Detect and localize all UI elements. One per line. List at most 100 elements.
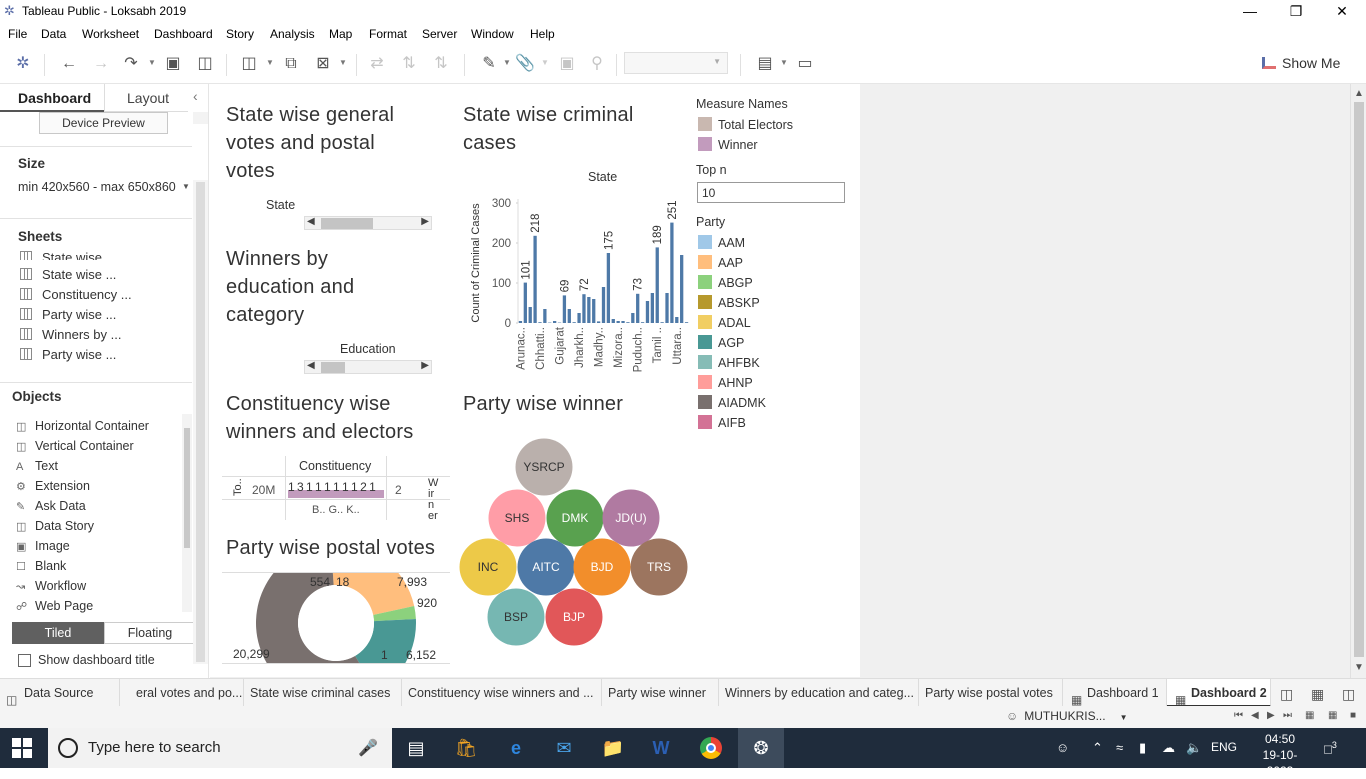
state-scrollbar[interactable]: ◀ ▶ bbox=[304, 216, 432, 230]
bar[interactable] bbox=[612, 319, 615, 323]
new-story-icon[interactable]: ◫ bbox=[1342, 686, 1355, 703]
volume-icon[interactable]: 🔈 bbox=[1186, 740, 1202, 756]
show-title-checkbox[interactable] bbox=[18, 654, 31, 667]
scroll-thumb[interactable] bbox=[321, 362, 345, 373]
bar[interactable] bbox=[602, 287, 605, 323]
object-blank[interactable]: ☐Blank bbox=[16, 559, 66, 573]
scroll-right-icon[interactable]: ▶ bbox=[421, 216, 429, 227]
legend-item-winner[interactable]: Winner bbox=[698, 137, 758, 152]
chevron-down-icon[interactable]: ▼ bbox=[339, 58, 347, 67]
clock[interactable]: 04:50 19-10-2023 bbox=[1256, 731, 1304, 779]
object-image[interactable]: ▣Image bbox=[16, 539, 70, 553]
bar[interactable] bbox=[538, 322, 541, 323]
new-worksheet-icon[interactable]: ◫ bbox=[1280, 686, 1293, 703]
pin-axes-icon[interactable]: ⚲ bbox=[586, 54, 608, 74]
bar[interactable] bbox=[685, 322, 688, 323]
tab-sheet[interactable]: Winners by education and categ... bbox=[719, 679, 919, 707]
word-icon[interactable]: W bbox=[645, 734, 677, 762]
object-ask-data[interactable]: ✎Ask Data bbox=[16, 499, 86, 513]
highlight-icon[interactable]: ✎ bbox=[478, 54, 500, 74]
file-explorer-icon[interactable]: 📁 bbox=[597, 734, 629, 762]
sheet-item[interactable]: Party wise ... bbox=[20, 307, 116, 322]
windows-start-icon[interactable] bbox=[12, 738, 32, 758]
collapse-panel-icon[interactable]: ‹ bbox=[193, 88, 198, 104]
menu-server[interactable]: Server bbox=[422, 27, 457, 41]
fit-dropdown[interactable]: ▼ bbox=[624, 52, 728, 74]
chevron-up-icon[interactable]: ⌃ bbox=[1092, 740, 1103, 756]
chevron-down-icon[interactable]: ▼ bbox=[148, 58, 156, 67]
sheet-title-postal-votes[interactable]: Party wise postal votes bbox=[226, 534, 435, 562]
bar[interactable] bbox=[670, 223, 673, 323]
mail-icon[interactable]: ✉ bbox=[548, 734, 580, 762]
bar[interactable] bbox=[680, 255, 683, 323]
object-workflow[interactable]: ↝Workflow bbox=[16, 579, 86, 593]
scroll-left-icon[interactable]: ◀ bbox=[307, 216, 315, 227]
education-scrollbar[interactable]: ◀ ▶ bbox=[304, 360, 432, 374]
menu-map[interactable]: Map bbox=[329, 27, 352, 41]
bar[interactable] bbox=[651, 293, 654, 323]
bar[interactable] bbox=[656, 247, 659, 323]
sheet-title-criminal-cases[interactable]: State wise criminal cases bbox=[463, 101, 634, 157]
legend-item-party[interactable]: AAM bbox=[698, 235, 745, 250]
sheet-title-constituency[interactable]: Constituency wise winners and electors bbox=[226, 390, 413, 446]
bar[interactable] bbox=[524, 283, 527, 323]
legend-item-party[interactable]: ABGP bbox=[698, 275, 753, 290]
show-mark-labels-icon[interactable]: ▣ bbox=[556, 54, 578, 74]
bar[interactable] bbox=[660, 322, 663, 323]
group-members-icon[interactable]: 📎 bbox=[514, 54, 536, 74]
close-button[interactable]: ✕ bbox=[1319, 0, 1365, 22]
new-data-source-icon[interactable]: ◫ bbox=[194, 54, 216, 74]
store-icon[interactable]: 🛍 bbox=[450, 734, 482, 762]
scroll-thumb[interactable] bbox=[1354, 102, 1364, 657]
menu-dashboard[interactable]: Dashboard bbox=[154, 27, 213, 41]
battery-icon[interactable]: ▮ bbox=[1139, 740, 1146, 756]
scroll-up-icon[interactable] bbox=[193, 112, 208, 124]
sheet-item[interactable]: Winners by ... bbox=[20, 327, 121, 342]
tab-dashboard[interactable]: Dashboard bbox=[0, 84, 104, 112]
object-extension[interactable]: ⚙Extension bbox=[16, 479, 90, 493]
prev-sheet-icon[interactable]: ◀ bbox=[1251, 710, 1259, 721]
filmstrip-view-icon[interactable]: ▦ bbox=[1305, 710, 1314, 721]
bar[interactable] bbox=[582, 294, 585, 323]
size-select[interactable]: min 420x560 - max 650x860▼ bbox=[18, 180, 176, 194]
menu-window[interactable]: Window bbox=[471, 27, 514, 41]
chevron-down-icon[interactable]: ▼ bbox=[541, 58, 549, 67]
tiled-button[interactable]: Tiled bbox=[12, 622, 104, 644]
new-dashboard-icon[interactable]: ▦ bbox=[1311, 686, 1324, 703]
restore-button[interactable]: ❐ bbox=[1273, 0, 1319, 22]
legend-item-party[interactable]: AHFBK bbox=[698, 355, 760, 370]
scroll-thumb[interactable] bbox=[184, 428, 190, 548]
panel-scrollbar[interactable] bbox=[193, 180, 208, 664]
scroll-right-icon[interactable]: ▶ bbox=[421, 360, 429, 371]
menu-worksheet[interactable]: Worksheet bbox=[82, 27, 139, 41]
tab-dashboard-1[interactable]: ▦Dashboard 1 bbox=[1063, 679, 1167, 707]
bar[interactable] bbox=[675, 317, 678, 323]
last-sheet-icon[interactable]: ⏭ bbox=[1283, 710, 1292, 721]
language-indicator[interactable]: ENG bbox=[1211, 740, 1237, 754]
scroll-down-icon[interactable]: ▼ bbox=[1354, 662, 1364, 673]
sheet-item[interactable]: State wise ... bbox=[20, 250, 116, 260]
menu-help[interactable]: Help bbox=[530, 27, 555, 41]
bar[interactable] bbox=[607, 253, 610, 323]
bar[interactable] bbox=[577, 313, 580, 323]
bar[interactable] bbox=[553, 321, 556, 323]
tab-dashboard-2[interactable]: ▦Dashboard 2 bbox=[1167, 679, 1271, 707]
chevron-down-icon[interactable]: ▼ bbox=[503, 58, 511, 67]
objects-scrollbar[interactable] bbox=[182, 414, 192, 612]
bar[interactable] bbox=[665, 293, 668, 323]
presentation-mode-icon[interactable]: ▭ bbox=[794, 54, 816, 74]
edge-icon[interactable]: e bbox=[500, 734, 532, 762]
bar[interactable] bbox=[529, 307, 532, 323]
tab-sheet[interactable]: Party wise postal votes bbox=[919, 679, 1063, 707]
tab-sheet[interactable]: eral votes and po... bbox=[130, 679, 244, 707]
bar[interactable] bbox=[587, 297, 590, 323]
bar[interactable] bbox=[519, 321, 522, 323]
legend-item-party[interactable]: AIADMK bbox=[698, 395, 766, 410]
user-menu[interactable]: ☺MUTHUKRIS...▼ bbox=[1006, 709, 1128, 723]
legend-item-party[interactable]: AGP bbox=[698, 335, 744, 350]
sheet-title-party-winner[interactable]: Party wise winner bbox=[463, 390, 623, 418]
chevron-down-icon[interactable]: ▼ bbox=[780, 58, 788, 67]
bar[interactable] bbox=[617, 321, 620, 323]
undo-icon[interactable]: ← bbox=[58, 54, 80, 74]
sheet-item[interactable]: State wise ... bbox=[20, 267, 116, 282]
